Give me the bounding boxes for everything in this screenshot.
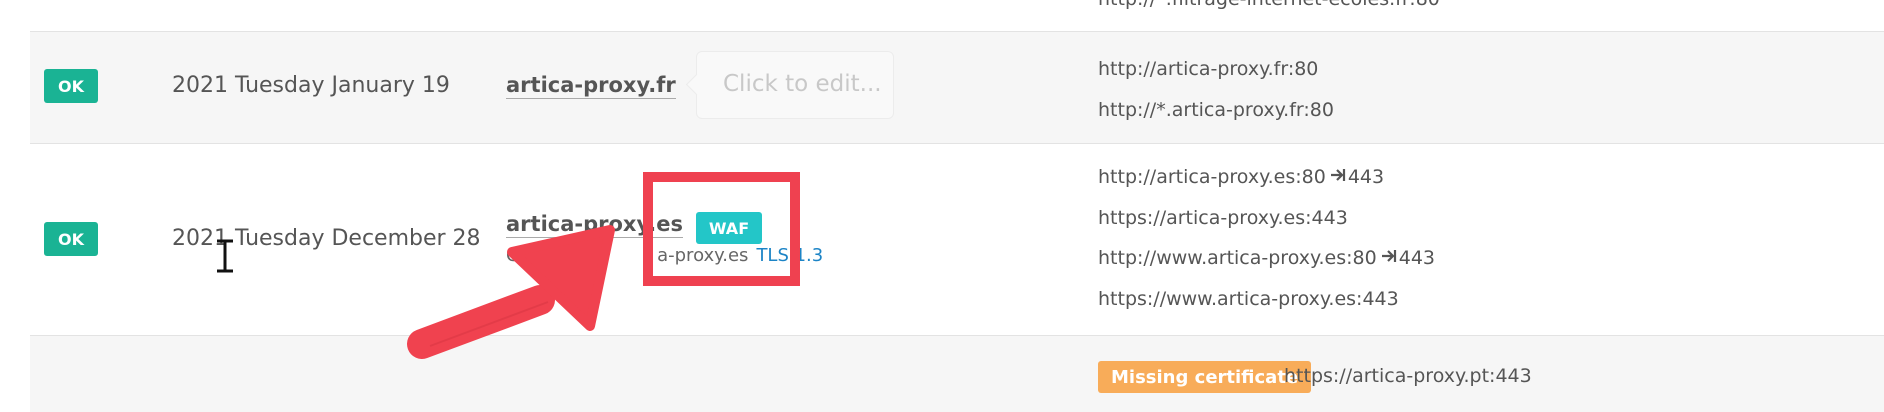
pointer-arrow-icon xyxy=(407,225,615,359)
